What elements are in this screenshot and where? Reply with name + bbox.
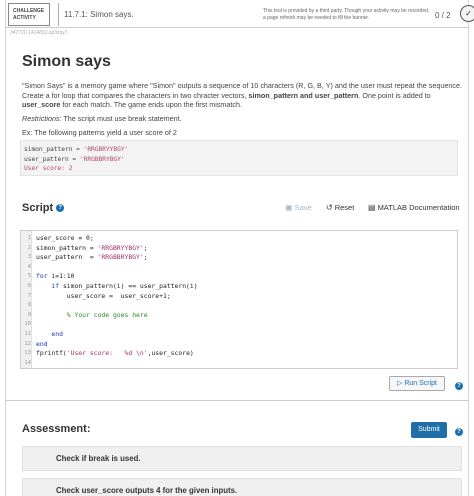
- reset-label: Reset: [334, 203, 355, 212]
- code-line[interactable]: 5 for i=1:10: [21, 271, 457, 281]
- code-line[interactable]: 11 end: [21, 329, 457, 339]
- run-help-icon[interactable]: ?: [455, 382, 463, 390]
- activity-hash: 347720.1414812.qx3zqy7: [10, 30, 68, 36]
- code-line[interactable]: 2 simon_pattern = 'RRGBRYYBGY';: [21, 243, 457, 253]
- code-line[interactable]: 6 if simon_pattern(i) == user_pattern(i): [21, 281, 457, 291]
- restrictions-text: The script must use break statement.: [61, 114, 182, 123]
- code-text: simon_pattern = 'RRGBRYYBGY';: [36, 243, 148, 252]
- sample-line-1: simon_pattern = 'RRGBRYYBGY': [24, 145, 457, 155]
- code-text: user_score = user_score+1;: [36, 291, 171, 300]
- code-line[interactable]: 7 user_score = user_score+1;: [21, 291, 457, 301]
- assessment-heading: Assessment:: [22, 423, 91, 435]
- code-text: user_pattern = 'RRGBBRYBGY';: [36, 253, 148, 262]
- assessment-check-item[interactable]: Check user_score outputs 4 for the given…: [22, 478, 462, 496]
- code-text: if simon_pattern(i) == user_pattern(i): [51, 282, 198, 290]
- activity-header: CHALLENGE ACTIVITY 11.7.1: Simon says. T…: [5, 3, 474, 28]
- submit-help-icon[interactable]: ?: [455, 428, 463, 436]
- line-number: 13: [24, 350, 31, 357]
- code-text: % Your code goes here: [66, 310, 148, 319]
- code-line[interactable]: 8: [21, 300, 457, 310]
- challenge-badge: CHALLENGE ACTIVITY: [8, 3, 50, 26]
- line-number: 14: [24, 359, 31, 366]
- progress-ring-icon: ✓: [460, 5, 474, 22]
- code-text: for i=1:10: [36, 272, 75, 281]
- script-title: Script: [22, 202, 54, 214]
- line-number: 10: [24, 321, 31, 328]
- restrictions: Restrictions: The script must use break …: [22, 114, 182, 123]
- code-line[interactable]: 10: [21, 319, 457, 329]
- code-line[interactable]: 9 % Your code goes here: [21, 310, 457, 320]
- activity-title: 11.7.1: Simon says.: [58, 3, 134, 26]
- save-icon: ▣: [285, 203, 293, 212]
- sample-var: simon_pattern =: [24, 146, 84, 153]
- line-number: 8: [27, 302, 31, 309]
- sample-value: 'RRGBRYYBGY': [83, 146, 129, 153]
- code-line[interactable]: 13 fprintf('User score: %d \n',user_score…: [21, 348, 457, 358]
- sample-line-2: user_pattern = 'RRGBBRYBGY': [24, 155, 457, 165]
- code-text: user_score = 0;: [36, 234, 94, 242]
- restrictions-label: Restrictions:: [22, 114, 62, 123]
- reset-icon: ↺: [326, 203, 333, 212]
- submit-button[interactable]: Submit: [411, 422, 447, 438]
- problem-title: Simon says: [22, 53, 111, 70]
- script-heading: Script?: [22, 202, 65, 214]
- example-intro: Ex: The following patterns yield a user …: [22, 128, 177, 137]
- line-number: 3: [27, 254, 31, 261]
- code-editor[interactable]: 1 user_score = 0; 2 simon_pattern = 'RRGBRY…: [20, 230, 458, 369]
- matlab-documentation-button[interactable]: ▤ MATLAB Documentation: [368, 203, 460, 212]
- code-line[interactable]: 1 user_score = 0;: [21, 233, 457, 243]
- line-number: 6: [27, 283, 31, 289]
- sample-var: User score:: [24, 165, 69, 172]
- sample-output-box: simon_pattern = 'RRGBRYYBGY' user_patter…: [20, 140, 458, 176]
- line-number: 9: [27, 311, 31, 318]
- code-text: end: [51, 330, 63, 338]
- line-number: 4: [27, 263, 31, 270]
- third-party-notice: This tool is provided by a third party. …: [263, 8, 430, 21]
- line-number: 7: [27, 292, 31, 299]
- code-line[interactable]: 14: [21, 358, 457, 368]
- help-icon[interactable]: ?: [56, 204, 65, 212]
- code-line[interactable]: 12 end: [21, 339, 457, 349]
- sample-line-3: User score: 2: [24, 164, 457, 174]
- line-number: 12: [24, 340, 31, 347]
- sample-var: user_pattern =: [24, 155, 80, 163]
- document-icon: ▤: [368, 203, 376, 212]
- line-number: 1: [27, 235, 31, 241]
- code-line[interactable]: 4: [21, 262, 457, 272]
- run-script-button[interactable]: ▷ Run Script: [389, 376, 445, 391]
- code-text: fprintf('User score: %d \n',user_score): [36, 349, 194, 358]
- code-line[interactable]: 3 user_pattern = 'RRGBBRYBGY';: [21, 252, 457, 262]
- documentation-label: MATLAB Documentation: [377, 203, 460, 212]
- save-button[interactable]: ▣ Save: [285, 203, 312, 212]
- sample-value: 'RRGBBRYBGY': [79, 155, 125, 163]
- problem-description: "Simon Says" is a memory game where "Sim…: [22, 81, 462, 109]
- sample-value: 2: [68, 165, 73, 172]
- line-number: 2: [27, 244, 31, 251]
- assessment-check-item[interactable]: Check if break is used.: [22, 446, 462, 471]
- run-label: Run Script: [404, 380, 437, 387]
- line-number: 5: [27, 273, 31, 280]
- save-label: Save: [294, 203, 312, 212]
- reset-button[interactable]: ↺ Reset: [326, 203, 354, 212]
- line-number: 11: [24, 331, 31, 337]
- code-text: end: [36, 339, 48, 348]
- section-divider: [5, 400, 469, 401]
- score-counter: 0 / 2: [435, 11, 451, 20]
